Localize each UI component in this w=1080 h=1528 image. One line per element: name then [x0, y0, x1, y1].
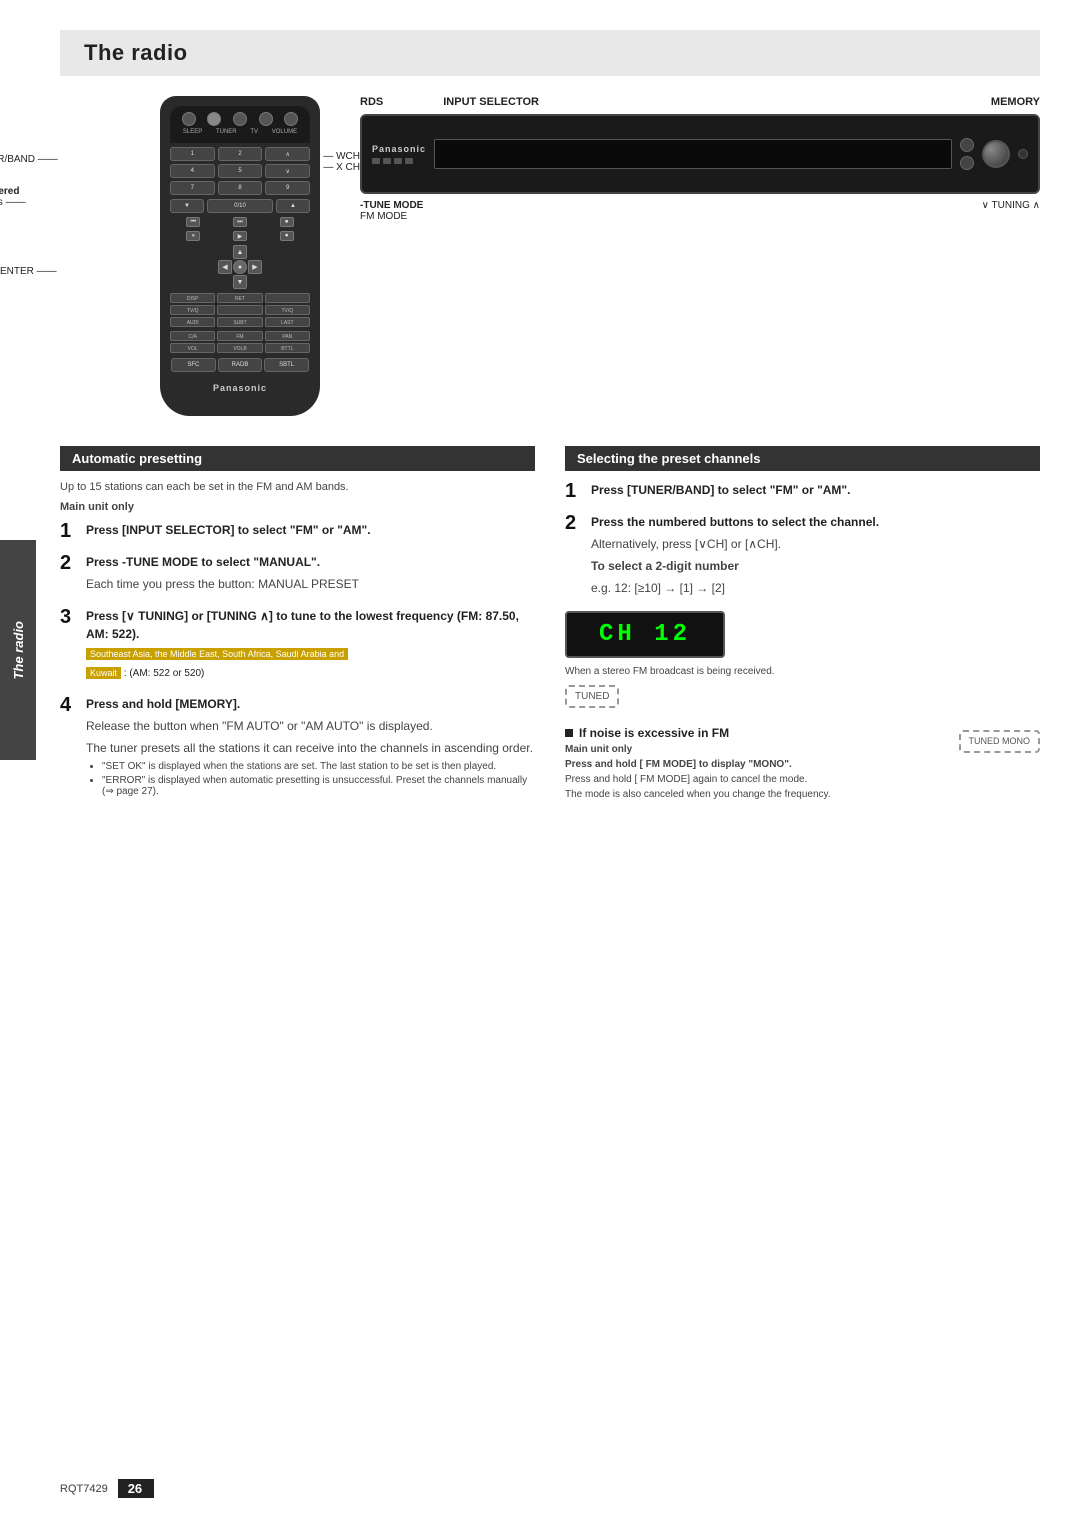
auto-step-2: 2 Press -TUNE MODE to select "MANUAL". E…: [60, 553, 535, 597]
rds-label: RDS: [360, 96, 383, 108]
noise-instruction: Press and hold [ FM MODE] to display "MO…: [565, 759, 1040, 770]
auto-step-1: 1 Press [INPUT SELECTOR] to select "FM" …: [60, 521, 535, 543]
step-number: 3: [60, 607, 80, 685]
auto-step-3: 3 Press [∨ TUNING] or [TUNING ∧] to tune…: [60, 607, 535, 685]
automatic-intro: Up to 15 stations can each be set in the…: [60, 481, 535, 493]
page-title: The radio: [60, 30, 1040, 76]
step-bullets: "SET OK" is displayed when the stations …: [86, 761, 535, 797]
preset-step-1: 1 Press [TUNER/BAND] to select "FM" or "…: [565, 481, 1040, 503]
callout-enter: ENTER ——: [0, 266, 57, 277]
tuned-mono-indicator: TUNED MONO: [959, 730, 1041, 753]
unit-knob: [982, 140, 1010, 168]
unit-box: Panasonic: [360, 114, 1040, 194]
bullet-item: "SET OK" is displayed when the stations …: [102, 761, 535, 772]
channel-display: CH 12: [565, 611, 725, 658]
automatic-presetting-section: Automatic presetting Up to 15 stations c…: [60, 446, 535, 810]
noise-note2: The mode is also canceled when you chang…: [565, 789, 1040, 800]
memory-label: MEMORY: [991, 96, 1040, 108]
rqt-code-footer: RQT7429: [60, 1483, 108, 1495]
selecting-preset-section: Selecting the preset channels 1 Press [T…: [565, 446, 1040, 810]
step-sub1: Alternatively, press [∨CH] or [∧CH].: [591, 535, 1040, 553]
diagram-area: TUNER/BAND —— Numbered buttons —— ENTER …: [60, 96, 1040, 416]
step-number: 2: [60, 553, 80, 597]
step-number: 2: [565, 513, 585, 601]
stereo-note: When a stereo FM broadcast is being rece…: [565, 666, 1040, 677]
tuned-indicator: TUNED: [565, 685, 619, 708]
unit-bottom-labels: -TUNE MODE FM MODE ∨ TUNING ∧: [360, 200, 1040, 222]
tuning-label: ∨ TUNING ∧: [982, 200, 1040, 222]
step-number: 4: [60, 695, 80, 800]
highlight-suffix: : (AM: 522 or 520): [124, 668, 205, 679]
unit-diagram: RDS INPUT SELECTOR MEMORY Panasonic: [360, 96, 1040, 222]
tune-mode-label: -TUNE MODE: [360, 200, 423, 211]
remote-control-diagram: TUNER/BAND —— Numbered buttons —— ENTER …: [60, 96, 320, 416]
unit-brand: Panasonic: [372, 144, 426, 154]
fm-mode-label: FM MODE: [360, 211, 423, 222]
step-sub2: To select a 2-digit number: [591, 557, 1040, 575]
step-number: 1: [60, 521, 80, 543]
step-note2: The tuner presets all the stations it ca…: [86, 739, 535, 757]
step-sub3: e.g. 12: [≥10] → [1] → [2]: [591, 579, 1040, 597]
highlight-box: Southeast Asia, the Middle East, South A…: [86, 648, 348, 660]
step-number: 1: [565, 481, 585, 503]
highlight-box2: Kuwait: [86, 667, 121, 679]
unit-display: [434, 139, 952, 169]
bullet-item: "ERROR" is displayed when automatic pres…: [102, 775, 535, 797]
noise-section: TUNED MONO If noise is excessive in FM M…: [565, 726, 1040, 804]
automatic-main-unit-only: Main unit only: [60, 501, 535, 513]
noise-header: If noise is excessive in FM: [565, 726, 959, 740]
callout-wch: — WCH — X CH: [323, 151, 360, 173]
step-note1: Release the button when "FM AUTO" or "AM…: [86, 717, 535, 735]
sidebar-label: The radio: [0, 540, 36, 760]
noise-note1: Press and hold [ FM MODE] again to cance…: [565, 774, 1040, 785]
page-footer-row: RQT7429 26: [60, 1479, 152, 1498]
callout-tuner-band: TUNER/BAND ——: [0, 154, 58, 165]
input-selector-label: INPUT SELECTOR: [443, 96, 539, 108]
selecting-preset-header: Selecting the preset channels: [565, 446, 1040, 471]
remote-body: SLEEPTUNERTVVOLUME 1 2 ∧ 4 5 ∨ 7 8 9: [160, 96, 320, 416]
page-number-footer: 26: [118, 1479, 152, 1498]
step-sub: Each time you press the button: MANUAL P…: [86, 575, 535, 593]
unit-top-labels: RDS INPUT SELECTOR MEMORY: [360, 96, 1040, 108]
remote-brand: Panasonic: [170, 383, 310, 393]
content-columns: Automatic presetting Up to 15 stations c…: [60, 446, 1040, 810]
preset-step-2: 2 Press the numbered buttons to select t…: [565, 513, 1040, 601]
callout-numbered-buttons: Numbered buttons ——: [0, 186, 26, 208]
auto-step-4: 4 Press and hold [MEMORY]. Release the b…: [60, 695, 535, 800]
square-bullet-icon: [565, 729, 573, 737]
automatic-presetting-header: Automatic presetting: [60, 446, 535, 471]
